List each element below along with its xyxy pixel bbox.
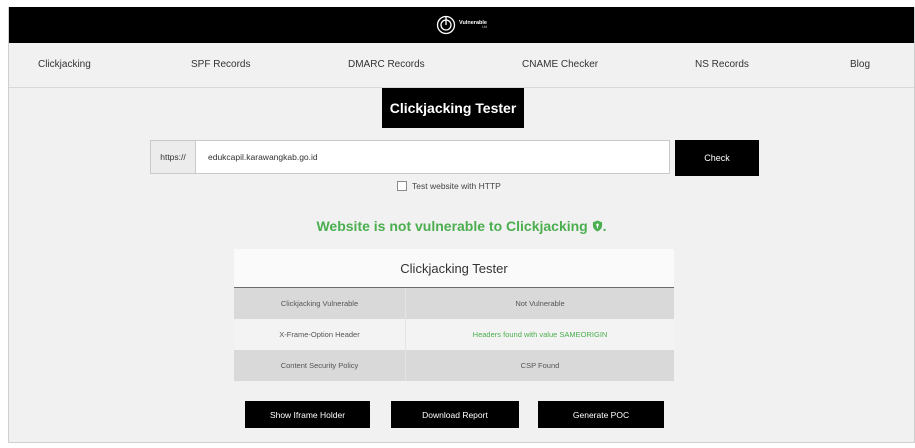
download-report-button[interactable]: Download Report [391, 401, 519, 428]
nav-item-clickjacking[interactable]: Clickjacking [38, 59, 91, 70]
result-message-container: Website is not vulnerable to Clickjackin… [9, 218, 914, 234]
table-row-value: CSP Found [520, 361, 560, 370]
table-row-value: Headers found with value SAMEORIGIN [472, 330, 608, 339]
top-bar: Vulnerable Ltd [9, 7, 914, 43]
http-checkbox[interactable] [397, 181, 407, 191]
url-prefix: https:// [151, 141, 196, 173]
nav-item-spf-records[interactable]: SPF Records [191, 59, 250, 70]
http-option: Test website with HTTP [397, 181, 501, 191]
page-frame: Vulnerable Ltd Clickjacking SPF Records … [8, 7, 915, 443]
nav-item-cname-checker[interactable]: CNAME Checker [522, 59, 598, 70]
table-row-label: Clickjacking Vulnerable [234, 288, 406, 319]
url-input[interactable] [196, 141, 669, 173]
brand-logo[interactable]: Vulnerable Ltd [436, 15, 487, 35]
tester-title-button[interactable]: Clickjacking Tester [382, 88, 524, 128]
nav-item-ns-records[interactable]: NS Records [695, 59, 749, 70]
shield-icon [592, 220, 602, 232]
brand-name: Vulnerable Ltd [459, 20, 487, 30]
logo-icon [436, 15, 456, 35]
result-period: . [602, 218, 607, 234]
check-button[interactable]: Check [675, 140, 759, 176]
table-row-value: Not Vulnerable [515, 299, 565, 308]
nav-item-blog[interactable]: Blog [850, 59, 870, 70]
table-row-label: Content Security Policy [234, 350, 406, 381]
show-iframe-holder-button[interactable]: Show Iframe Holder [245, 401, 370, 428]
main-nav: Clickjacking SPF Records DMARC Records C… [9, 43, 914, 88]
table-row: X-Frame-Option Header Headers found with… [234, 319, 674, 350]
table-row: Clickjacking Vulnerable Not Vulnerable [234, 288, 674, 319]
nav-item-dmarc-records[interactable]: DMARC Records [348, 59, 425, 70]
generate-poc-button[interactable]: Generate POC [538, 401, 664, 428]
result-message: Website is not vulnerable to Clickjackin… [316, 218, 588, 234]
url-input-group: https:// [150, 140, 670, 174]
brand-subtitle: Ltd [482, 25, 487, 29]
http-checkbox-label[interactable]: Test website with HTTP [412, 181, 501, 191]
results-table: Clickjacking Tester Clickjacking Vulnera… [234, 249, 674, 381]
table-row: Content Security Policy CSP Found [234, 350, 674, 381]
results-table-title: Clickjacking Tester [234, 249, 674, 288]
table-row-label: X-Frame-Option Header [234, 319, 406, 350]
